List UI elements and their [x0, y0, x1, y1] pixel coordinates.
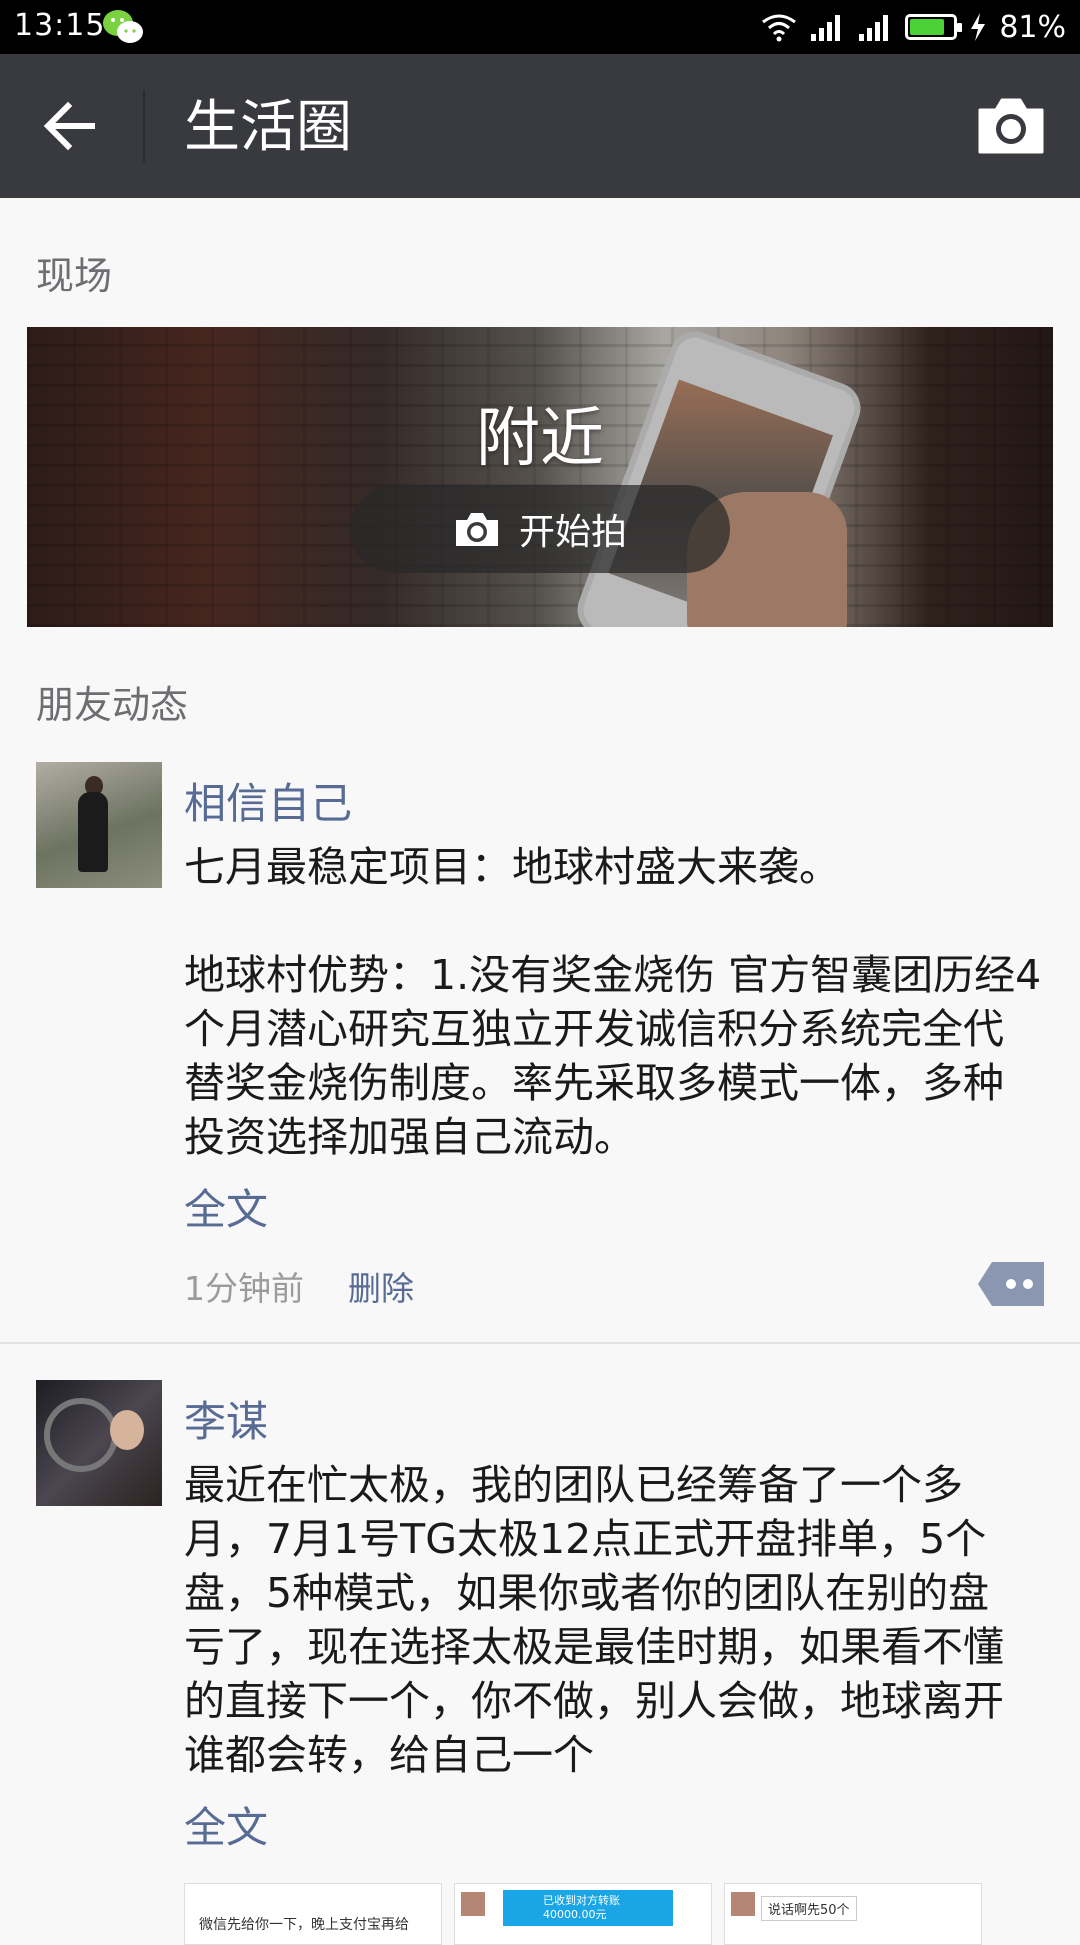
avatar[interactable] — [36, 762, 162, 888]
post-divider — [0, 1342, 1080, 1344]
delete-button[interactable]: 删除 — [348, 1262, 414, 1310]
image-caption: 已收到对方转账 40000.00元 — [543, 1894, 620, 1921]
battery-icon — [905, 14, 963, 40]
start-shooting-button[interactable]: 开始拍 — [350, 485, 730, 573]
comment-icon[interactable] — [978, 1262, 1044, 1306]
image-caption: 微信先给你一下，晚上支付宝再给 — [199, 1917, 409, 1933]
title-bar: 生活圈 — [0, 54, 1080, 198]
title-divider — [143, 90, 145, 162]
post-timestamp: 1分钟前 — [184, 1269, 304, 1308]
post-text: 最近在忙太极，我的团队已经筹备了一个多月，7月1号TG太极12点正式开盘排单，5… — [184, 1461, 1004, 1779]
post-image[interactable]: 微信先给你一下，晚上支付宝再给 — [184, 1883, 442, 1945]
status-bar: 13:15 81% — [0, 0, 1080, 54]
camera-small-icon — [455, 513, 498, 546]
full-text-link[interactable]: 全文 — [184, 1794, 268, 1855]
banner-title: 附近 — [476, 402, 604, 476]
post-username[interactable]: 李谋 — [184, 1388, 268, 1449]
battery-fill — [910, 19, 945, 35]
start-shooting-label: 开始拍 — [518, 512, 627, 553]
avatar[interactable] — [36, 1380, 162, 1506]
wechat-notification-icon — [103, 10, 143, 43]
signal-icon — [811, 15, 841, 41]
feed-section-label: 朋友动态 — [36, 683, 189, 727]
charging-icon — [971, 13, 986, 41]
live-section-label: 现场 — [36, 254, 113, 298]
arrow-left-icon[interactable] — [34, 90, 110, 162]
nearby-banner[interactable]: 附近 开始拍 — [27, 327, 1053, 627]
full-text-link[interactable]: 全文 — [184, 1176, 268, 1237]
post-text: 七月最稳定项目：地球村盛大来袭。 地球村优势：1.没有奖金烧伤 官方智囊团历经4… — [184, 843, 1042, 1161]
post-image[interactable]: 已收到对方转账 40000.00元 — [454, 1883, 712, 1945]
wifi-icon — [762, 14, 797, 42]
image-caption: 说话啊先50个 — [761, 1896, 857, 1921]
battery-percent: 81% — [999, 9, 1066, 45]
camera-icon[interactable] — [976, 94, 1046, 156]
post-username[interactable]: 相信自己 — [184, 770, 352, 831]
post-image[interactable]: 说话啊先50个 — [724, 1883, 982, 1945]
status-time: 13:15 — [14, 8, 106, 43]
page-title: 生活圈 — [184, 95, 352, 160]
signal-icon-2 — [859, 15, 889, 41]
post-images: 微信先给你一下，晚上支付宝再给 已收到对方转账 40000.00元 说话啊先50… — [184, 1883, 982, 1945]
